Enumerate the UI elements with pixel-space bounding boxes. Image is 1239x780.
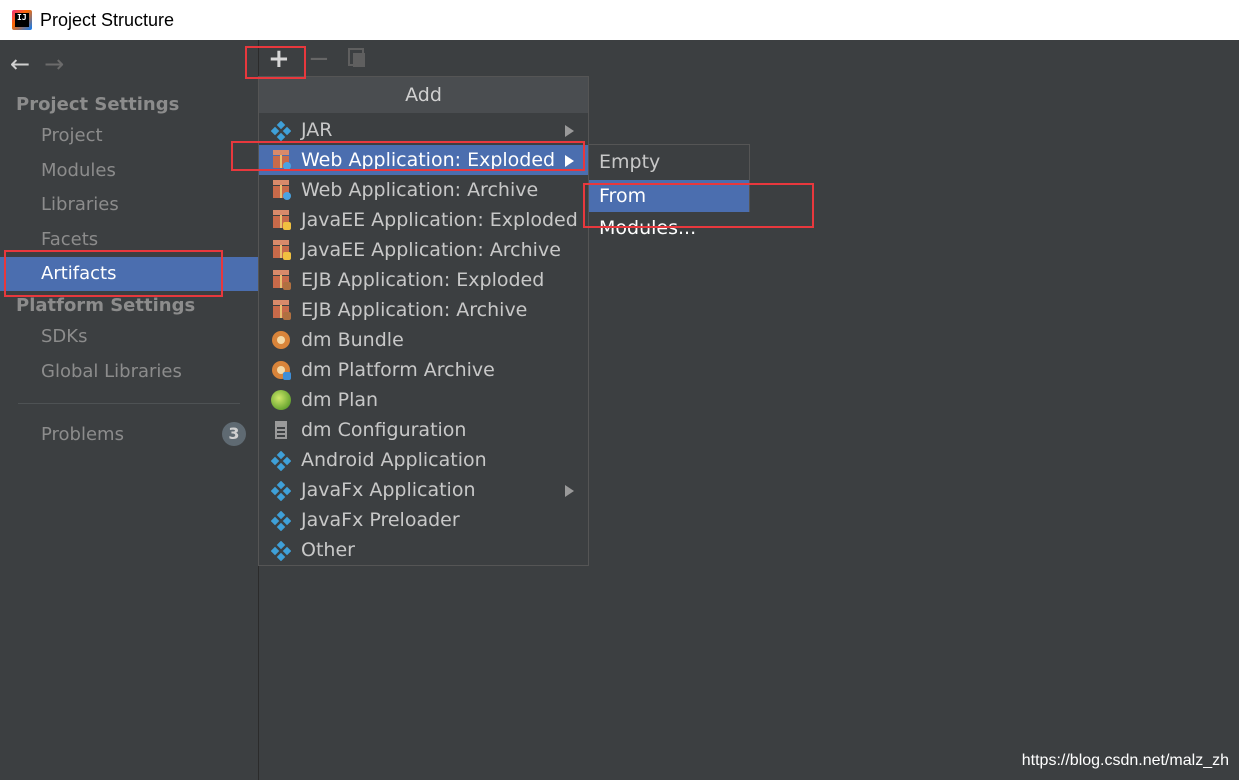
menu-item-ejb-application-archive[interactable]: EJB Application: Archive (259, 295, 588, 325)
menu-item-label: JavaEE Application: Exploded (301, 209, 578, 231)
title-bar: IJ Project Structure (0, 0, 1239, 40)
javaee-gift-icon (271, 210, 291, 230)
menu-item-label: JavaFx Application (301, 479, 476, 501)
menu-item-dm-bundle[interactable]: dm Bundle (259, 325, 588, 355)
submenu-item-empty[interactable]: Empty (589, 146, 749, 178)
highlight-from-modules (583, 183, 814, 228)
menu-item-javafx-preloader[interactable]: JavaFx Preloader (259, 505, 588, 535)
menu-item-label: dm Bundle (301, 329, 404, 351)
highlight-artifacts (4, 250, 223, 297)
sidebar-item-libraries[interactable]: Libraries (0, 188, 258, 222)
sidebar-item-global-libraries[interactable]: Global Libraries (0, 355, 258, 389)
menu-item-label: dm Configuration (301, 419, 467, 441)
menu-item-javafx-application[interactable]: JavaFx Application (259, 475, 588, 505)
menu-item-android-application[interactable]: Android Application (259, 445, 588, 475)
back-arrow-icon[interactable]: ← (10, 50, 30, 78)
menu-item-label: dm Plan (301, 389, 379, 411)
web-gift-icon (271, 180, 291, 200)
plan-icon (271, 390, 291, 410)
javaee-gift-icon (271, 240, 291, 260)
diamond-icon (270, 540, 292, 562)
menu-item-ejb-application-exploded[interactable]: EJB Application: Exploded (259, 265, 588, 295)
project-settings-header: Project Settings (16, 94, 180, 115)
submenu-arrow-icon (565, 485, 574, 497)
submenu-arrow-icon (565, 125, 574, 137)
sidebar-divider (18, 403, 240, 404)
menu-item-label: Android Application (301, 449, 487, 471)
diamond-icon (270, 450, 292, 472)
ejb-gift-icon (271, 300, 291, 320)
platform-archive-icon (271, 360, 291, 380)
menu-item-label: dm Platform Archive (301, 359, 495, 381)
diamond-icon (270, 510, 292, 532)
menu-item-label: Other (301, 539, 355, 561)
menu-item-other[interactable]: Other (259, 535, 588, 565)
platform-settings-header: Platform Settings (16, 295, 196, 316)
sidebar-item-modules[interactable]: Modules (0, 154, 258, 188)
menu-item-javaee-application-exploded[interactable]: JavaEE Application: Exploded (259, 205, 588, 235)
remove-button[interactable]: − (308, 46, 330, 72)
menu-item-label: EJB Application: Exploded (301, 269, 545, 291)
forward-arrow-icon[interactable]: → (44, 50, 64, 78)
menu-item-label: EJB Application: Archive (301, 299, 528, 321)
highlight-web-exploded (231, 141, 585, 171)
copy-icon[interactable] (348, 48, 366, 68)
ejb-gift-icon (271, 270, 291, 290)
sidebar-item-project[interactable]: Project (0, 119, 258, 153)
watermark: https://blog.csdn.net/malz_zh (1021, 752, 1229, 769)
diamond-icon (270, 120, 292, 142)
bundle-icon (271, 330, 291, 350)
problems-count-badge: 3 (222, 422, 246, 446)
menu-item-label: JavaFx Preloader (301, 509, 460, 531)
popup-title: Add (259, 77, 588, 113)
menu-item-javaee-application-archive[interactable]: JavaEE Application: Archive (259, 235, 588, 265)
sidebar-item-problems[interactable]: Problems (0, 418, 258, 452)
highlight-add-button (245, 46, 306, 79)
menu-item-dm-configuration[interactable]: dm Configuration (259, 415, 588, 445)
menu-item-label: Web Application: Archive (301, 179, 539, 201)
intellij-logo-icon: IJ (12, 10, 32, 30)
diamond-icon (270, 480, 292, 502)
window-title: Project Structure (40, 9, 175, 30)
navigation-arrows: ← → (10, 50, 64, 78)
menu-item-label: JAR (301, 119, 333, 141)
menu-item-label: JavaEE Application: Archive (301, 239, 561, 261)
menu-item-web-application-archive[interactable]: Web Application: Archive (259, 175, 588, 205)
sidebar: ← → Project Settings Project Modules Lib… (0, 40, 258, 780)
sidebar-item-sdks[interactable]: SDKs (0, 320, 258, 354)
menu-item-dm-plan[interactable]: dm Plan (259, 385, 588, 415)
document-icon (271, 420, 291, 440)
menu-item-dm-platform-archive[interactable]: dm Platform Archive (259, 355, 588, 385)
